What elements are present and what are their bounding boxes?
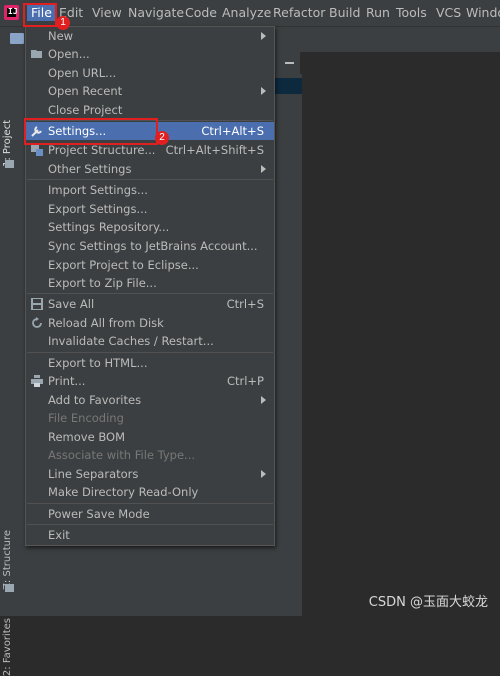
menu-item-label: Sync Settings to JetBrains Account... [48,239,258,253]
menu-item-label: Export Project to Eclipse... [48,258,199,272]
menu-item-label: Import Settings... [48,183,148,197]
menu-item-open-recent[interactable]: Open Recent [26,82,274,100]
menu-item-settings-repository[interactable]: Settings Repository... [26,218,274,236]
menu-separator [27,352,273,353]
submenu-arrow-icon [261,470,266,478]
menu-item-label: Open URL... [48,66,117,80]
submenu-arrow-icon [261,396,266,404]
project-tree-selected-row[interactable] [274,78,302,94]
menu-item-shortcut: Ctrl+Alt+S [201,124,264,138]
menu-vcs[interactable]: VCS [436,5,461,21]
tool-tab-structure[interactable]: Z: Structure [2,530,13,590]
menu-item-label: File Encoding [48,411,124,425]
submenu-arrow-icon [261,32,266,40]
annotation-box-file [23,3,57,27]
menu-item-shortcut: Ctrl+Alt+Shift+S [165,143,264,157]
annotation-badge-2: 2 [155,131,169,145]
save-icon [31,298,43,310]
reload-icon [32,317,42,328]
menu-build[interactable]: Build [329,5,360,21]
menu-separator [27,524,273,525]
menu-item-label: Invalidate Caches / Restart... [48,334,214,348]
left-tool-window-strip: 1: Project Z: Structure 2: Favorites [0,52,21,676]
menu-item-save-all[interactable]: Save All Ctrl+S [26,295,274,313]
project-folder-icon[interactable] [10,33,24,44]
menu-item-label: Other Settings [48,162,132,176]
menu-item-sync-settings[interactable]: Sync Settings to JetBrains Account... [26,237,274,255]
menu-item-power-save-mode[interactable]: Power Save Mode [26,505,274,523]
submenu-arrow-icon [261,165,266,173]
menu-view[interactable]: View [92,5,122,21]
menu-tools[interactable]: Tools [396,5,427,21]
menu-item-label: Export Settings... [48,202,148,216]
file-menu-dropdown: New Open... Open URL... Open Recent Clos… [25,26,275,546]
menu-item-close-project[interactable]: Close Project [26,101,274,119]
folder-open-icon [31,50,42,58]
menu-separator [27,179,273,180]
menu-code[interactable]: Code [185,5,217,21]
menu-item-label: Export to HTML... [48,356,148,370]
tool-tab-favorites[interactable]: 2: Favorites [2,618,13,676]
menu-separator [27,503,273,504]
menu-item-label: Save All [48,297,95,311]
structure-tab-icon [5,584,14,592]
menu-item-label: Add to Favorites [48,393,142,407]
tool-tab-project[interactable]: 1: Project [2,112,13,167]
menu-separator [27,293,273,294]
menu-item-export-eclipse[interactable]: Export Project to Eclipse... [26,256,274,274]
menu-item-open[interactable]: Open... [26,45,274,63]
menu-item-print[interactable]: Print... Ctrl+P [26,372,274,390]
menu-item-label: Open... [48,47,90,61]
menu-item-label: Print... [48,374,86,388]
menu-item-label: Open Recent [48,84,123,98]
menu-item-line-separators[interactable]: Line Separators [26,465,274,483]
menu-item-export-html[interactable]: Export to HTML... [26,354,274,372]
print-icon [31,375,43,387]
intellij-logo-icon: IJ [4,5,19,20]
menu-item-label: Settings Repository... [48,220,170,234]
menu-item-other-settings[interactable]: Other Settings [26,160,274,178]
minimize-icon[interactable] [285,62,294,64]
menu-item-invalidate-caches[interactable]: Invalidate Caches / Restart... [26,332,274,350]
menu-item-label: Exit [48,528,70,542]
menu-item-export-settings[interactable]: Export Settings... [26,200,274,218]
menu-item-reload-from-disk[interactable]: Reload All from Disk [26,314,274,332]
editor-area [302,52,500,616]
watermark-text: CSDN @玉面大蛟龙 [368,595,488,610]
menu-item-label: Reload All from Disk [48,316,164,330]
menu-item-associate-file-type: Associate with File Type... [26,446,274,464]
submenu-arrow-icon [261,87,266,95]
menu-refactor[interactable]: Refactor [273,5,325,21]
menu-item-exit[interactable]: Exit [26,526,274,544]
annotation-box-settings [24,118,158,145]
menu-item-add-to-favorites[interactable]: Add to Favorites [26,391,274,409]
project-tab-icon [5,160,14,168]
menu-item-open-url[interactable]: Open URL... [26,64,274,82]
menu-item-label: Close Project [48,103,123,117]
menu-item-label: Associate with File Type... [48,448,196,462]
annotation-badge-1: 1 [56,16,70,30]
menu-item-import-settings[interactable]: Import Settings... [26,181,274,199]
menu-window[interactable]: Windo [466,5,500,21]
menu-item-label: Line Separators [48,467,139,481]
menu-item-shortcut: Ctrl+S [226,297,264,311]
menu-item-label: Make Directory Read-Only [48,485,199,499]
project-structure-icon [31,145,43,156]
menu-item-make-read-only[interactable]: Make Directory Read-Only [26,483,274,501]
menu-item-label: Remove BOM [48,430,125,444]
main-menu-bar: IJ File Edit View Navigate Code Analyze … [0,0,500,27]
menu-item-label: Export to Zip File... [48,276,157,290]
menu-item-file-encoding: File Encoding [26,409,274,427]
menu-navigate[interactable]: Navigate [128,5,184,21]
menu-item-remove-bom[interactable]: Remove BOM [26,428,274,446]
menu-run[interactable]: Run [366,5,390,21]
menu-item-label: Power Save Mode [48,507,150,521]
menu-item-export-zip[interactable]: Export to Zip File... [26,274,274,292]
menu-item-shortcut: Ctrl+P [226,374,264,388]
menu-analyze[interactable]: Analyze [222,5,271,21]
